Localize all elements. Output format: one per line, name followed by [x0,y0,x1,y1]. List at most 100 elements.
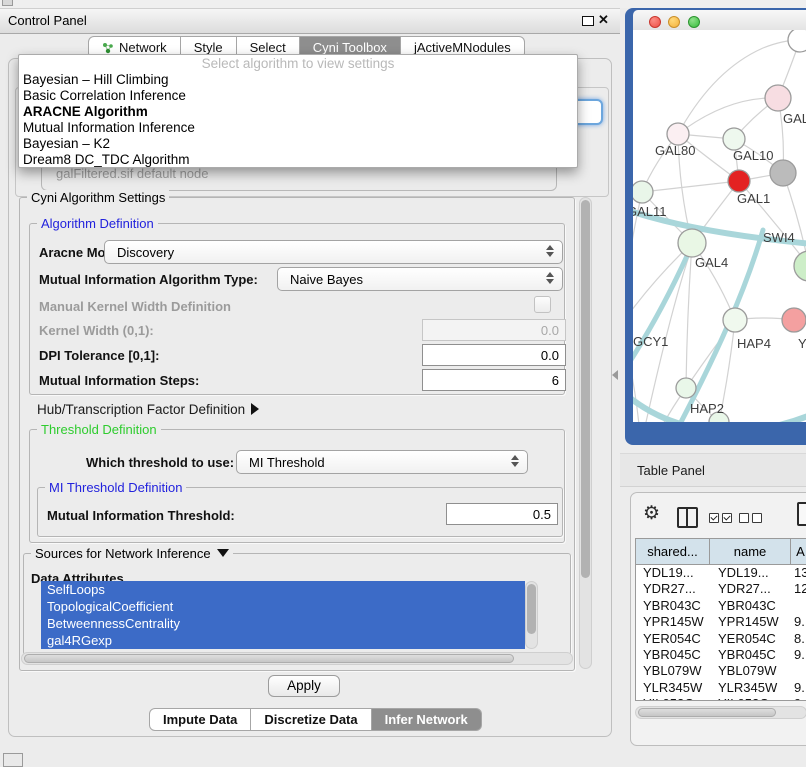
network-node[interactable] [788,30,806,52]
network-node-gal11[interactable] [633,181,653,203]
attribute-list-item[interactable]: SelfLoops [41,581,525,598]
apply-button[interactable]: Apply [268,675,340,697]
attribute-list-item[interactable]: gal4RGexp [41,632,525,649]
network-node-gal4[interactable] [678,229,706,257]
table-row[interactable]: YBR045CYBR045C9. [636,647,806,663]
gear-icon[interactable]: ⚙ [643,502,660,525]
dropdown-item[interactable]: Dream8 DC_TDC Algorithm [19,152,577,168]
collapsed-tab-marker[interactable] [2,0,13,6]
tab-infer-network[interactable]: Infer Network [372,708,482,731]
column-header[interactable]: A [791,539,806,564]
cell-shared-name: YBR045C [636,647,710,663]
edge[interactable] [678,98,778,134]
network-graph: GAL7GAL80GAL10GAL1GAL11SWI4GAL4GCY1HAP4Y… [633,30,806,422]
table-row[interactable]: YBR043CYBR043C [636,598,806,614]
tab-label: Impute Data [163,709,237,730]
tab-impute-data[interactable]: Impute Data [149,708,251,731]
data-attributes-list[interactable]: SelfLoopsTopologicalCoefficientBetweenne… [41,581,525,649]
cell-shared-name: YER054C [636,631,710,647]
edge[interactable] [633,243,692,325]
attributes-scrollbar[interactable] [525,581,538,649]
mi-steps-field[interactable]: 6 [422,369,566,391]
cell-shared-name: YLR345W [636,680,710,696]
cell-value [791,598,806,614]
table-row[interactable]: YBL079WYBL079W [636,663,806,679]
network-node-gal7[interactable] [765,85,791,111]
network-view-window: GAL7GAL80GAL10GAL1GAL11SWI4GAL4GCY1HAP4Y… [625,8,806,445]
collapsed-panel-button[interactable] [3,753,23,767]
tab-discretize-data[interactable]: Discretize Data [251,708,371,731]
table-header-row: shared...nameA [636,539,806,565]
attribute-list-item[interactable]: BetweennessCentrality [41,615,525,632]
dropdown-item[interactable]: Bayesian – Hill Climbing [19,72,577,88]
cell-name: YBR043C [710,598,791,614]
mi-threshold-group-title: MI Threshold Definition [45,480,186,495]
table-horizontal-scrollbar[interactable] [635,706,806,719]
table-row[interactable]: YER054CYER054C8. [636,631,806,647]
cell-value: 9. [791,647,806,663]
mi-threshold-field[interactable]: 0.5 [446,503,558,525]
settings-horizontal-scrollbar[interactable] [21,652,573,665]
network-node-y[interactable] [782,308,806,332]
splitter-collapse-icon[interactable] [612,370,618,380]
page-icon[interactable] [797,502,806,526]
table-row[interactable]: YPR145WYPR145W9. [636,614,806,630]
attribute-list-item[interactable]: TopologicalCoefficient [41,598,525,615]
dropdown-item[interactable]: Basic Correlation Inference [19,88,577,104]
dropdown-item[interactable]: ARACNE Algorithm [19,104,577,120]
mi-algorithm-type-combo[interactable]: Naive Bayes [277,267,563,291]
edge[interactable] [686,243,692,388]
node-label: GAL7 [783,111,806,126]
network-node-gal10[interactable] [723,128,745,150]
network-node-hap4[interactable] [723,308,747,332]
combo-stepper-icon [546,272,554,284]
tab-label: Infer Network [385,709,468,730]
column-header[interactable]: shared... [636,539,710,564]
edge[interactable] [642,181,739,192]
network-node-hap2[interactable] [676,378,696,398]
settings-vertical-scrollbar[interactable] [579,197,592,669]
manual-kernel-checkbox[interactable] [534,296,551,313]
dropdown-item[interactable]: Mutual Information Inference [19,120,577,136]
dropdown-placeholder: Select algorithm to view settings [19,55,577,72]
threshold-definition-title: Threshold Definition [37,422,161,437]
aracne-mode-combo[interactable]: Discovery [104,240,563,264]
checked-pair-icon[interactable] [709,513,732,523]
close-traffic-light-icon[interactable] [649,16,661,28]
network-canvas[interactable]: GAL7GAL80GAL10GAL1GAL11SWI4GAL4GCY1HAP4Y… [633,30,806,422]
dpi-tolerance-field[interactable]: 0.0 [422,344,566,366]
cell-value: 13 [791,565,806,581]
network-node-gal1[interactable] [728,170,750,192]
node-label: GCY1 [633,334,668,349]
column-header[interactable]: name [710,539,791,564]
cell-name: YLR345W [710,680,791,696]
dropdown-item[interactable]: Bayesian – K2 [19,136,577,152]
hub-definition-toggle[interactable]: Hub/Transcription Factor Definition [37,402,259,417]
sources-toggle[interactable]: Sources for Network Inference [31,546,233,561]
unchecked-pair-icon[interactable] [739,513,762,523]
table-row[interactable]: YDL19...YDL19...13 [636,565,806,581]
cell-shared-name: YPR145W [636,614,710,630]
manual-kernel-label: Manual Kernel Width Definition [39,299,231,314]
network-node[interactable] [770,160,796,186]
which-threshold-label: Which threshold to use: [86,455,234,470]
table-row[interactable]: YIL052CYIL052C9. [636,696,806,701]
network-window-titlebar [633,10,806,30]
network-node-swi4[interactable] [794,251,806,281]
node-table: shared...nameA YDL19...YDL19...13YDR27..… [635,538,806,701]
tab-label: Discretize Data [264,709,357,730]
which-threshold-combo[interactable]: MI Threshold [236,450,528,474]
algorithm-definition-title: Algorithm Definition [37,216,158,231]
chevron-right-icon [251,403,259,415]
close-icon[interactable]: ✕ [598,12,609,28]
zoom-traffic-light-icon[interactable] [688,16,700,28]
network-node-gal80[interactable] [667,123,689,145]
kernel-width-field[interactable]: 0.0 [422,319,566,341]
minimize-traffic-light-icon[interactable] [668,16,680,28]
table-row[interactable]: YLR345WYLR345W9. [636,680,806,696]
columns-icon[interactable] [677,507,698,528]
float-window-icon[interactable] [582,16,594,26]
node-label: GAL80 [655,143,695,158]
table-row[interactable]: YDR27...YDR27...12 [636,581,806,597]
cell-name: YDL19... [710,565,791,581]
